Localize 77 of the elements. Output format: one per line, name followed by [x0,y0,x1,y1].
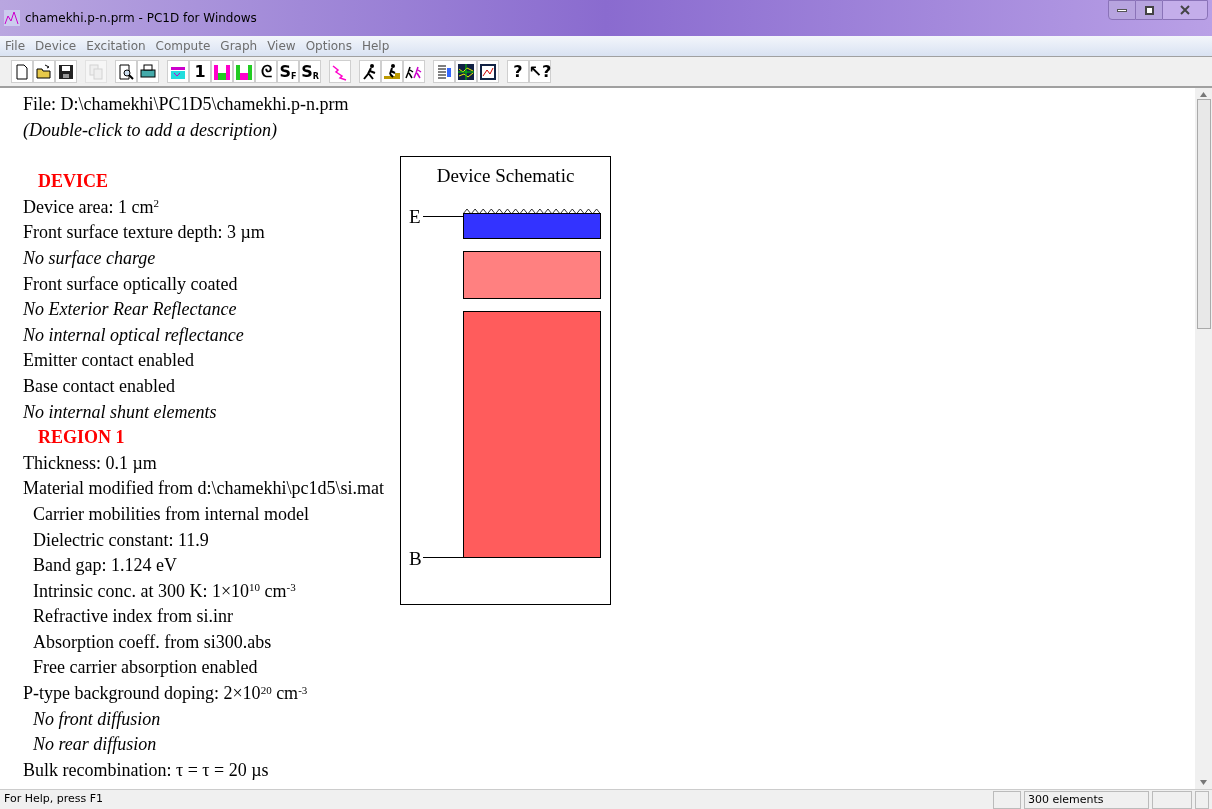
section-heading: REGION 1 [37,426,125,450]
property-text: Material modified from d:\chamekhi\pc1d5\si.mat [23,477,384,501]
property-text: Absorption coeff. from si300.abs [32,630,272,654]
vertical-scrollbar[interactable] [1195,88,1212,789]
runner-stairs-icon [383,62,401,81]
property-text: Device area: 1 cm$^{2}$ [23,195,159,219]
property-text: Front surface optically coated [23,272,238,296]
toolbar-button[interactable] [359,60,381,83]
property-text: No internal shunt elements [23,400,217,424]
page-icon [13,62,31,81]
property-text: Dielectric constant: 11.9 [32,528,209,552]
status-pane [1152,790,1192,809]
scroll-down-icon[interactable] [1200,780,1207,785]
description-hint[interactable]: (Double-click to add a description) [23,117,400,144]
emitter-label: E [409,206,421,226]
window-title: chamekhi.p-n.prm - PC1D for Windows [25,10,257,27]
menu-item[interactable]: Options [300,36,357,56]
toolbar-button[interactable]: 1 [189,60,211,83]
toolbar-button[interactable] [137,60,159,83]
magnifier-page-icon [117,62,135,81]
toolbar-button[interactable]: ? [507,60,529,83]
well-icon [213,62,231,81]
close-icon [1180,5,1190,15]
property-text: Free carrier absorption enabled [32,656,258,680]
toolbar-button[interactable]: S$_{R}$ [299,60,321,83]
menu-item[interactable]: Help [356,36,395,56]
toolbar-button[interactable]: S$_{F}$ [277,60,299,83]
property-text: Bulk recombination: τ = τ = 20 µs [23,758,269,782]
status-pane [993,790,1021,809]
status-pane [1195,790,1209,809]
toolbar-button[interactable] [477,60,499,83]
menu-item[interactable]: Excitation [81,36,151,56]
property-text: Emitter contact enabled [23,349,194,373]
toolbar-button[interactable] [403,60,425,83]
list-icon [435,62,453,81]
scroll-up-icon[interactable] [1200,92,1207,97]
property-text: No Exterior Rear Reflectance [23,298,237,322]
app-icon [4,10,20,26]
scroll-thumb[interactable] [1196,99,1211,329]
property-text: Carrier mobilities from internal model [32,502,309,526]
property-text: No rear diffusion [32,733,157,757]
toolbar-button[interactable] [381,60,403,83]
base-label: B [409,549,422,568]
restore-button[interactable] [1136,0,1162,20]
property-text: Front surface texture depth: 3 µm [23,221,265,245]
property-text: Intrinsic conc. at 300 K: 1×10$^{10}$ cm$^{-3}$ [32,579,296,603]
property-text: P-type background doping: 2×10$^{20}$ cm$^{-3}$ [23,682,308,706]
property-text: Refractive index from si.inr [32,605,233,629]
property-text: No internal optical reflectance [23,323,244,347]
close-button[interactable] [1162,0,1208,20]
toolbar-button[interactable] [33,60,55,83]
menu-item[interactable]: Graph [215,36,263,56]
folder-icon [35,62,53,81]
well-icon [235,62,253,81]
property-text: Thickness: 0.1 µm [23,451,157,475]
file-path: File: D:\chamekhi\PC1D5\chamekhi.p-n.prm [23,93,350,116]
menu-item[interactable]: File [0,36,31,56]
status-message: For Help, press F1 [3,791,105,808]
schematic-title: Device Schematic [436,164,575,188]
property-text: Base contact enabled [23,374,175,398]
toolbar-button[interactable]: ↖? [529,60,551,83]
section-heading: DEVICE [37,170,108,194]
toolbar-button[interactable]: ᘓ [255,60,277,83]
element-count: 300 elements [1024,790,1149,809]
menu-item[interactable]: Device [30,36,82,56]
toolbar-button[interactable] [455,60,477,83]
printer-icon [139,62,157,81]
toolbar-button[interactable] [115,60,137,83]
property-text: No surface charge [23,246,156,270]
copy-icon [87,62,105,81]
toolbar-button[interactable] [55,60,77,83]
property-text: Band gap: 1.124 eV [32,554,177,578]
menu-item[interactable]: View [262,36,301,56]
graph-icon [479,62,497,81]
menu-item[interactable]: Compute [150,36,216,56]
graph-grid-icon [457,62,475,81]
property-text: No front diffusion [32,707,161,731]
